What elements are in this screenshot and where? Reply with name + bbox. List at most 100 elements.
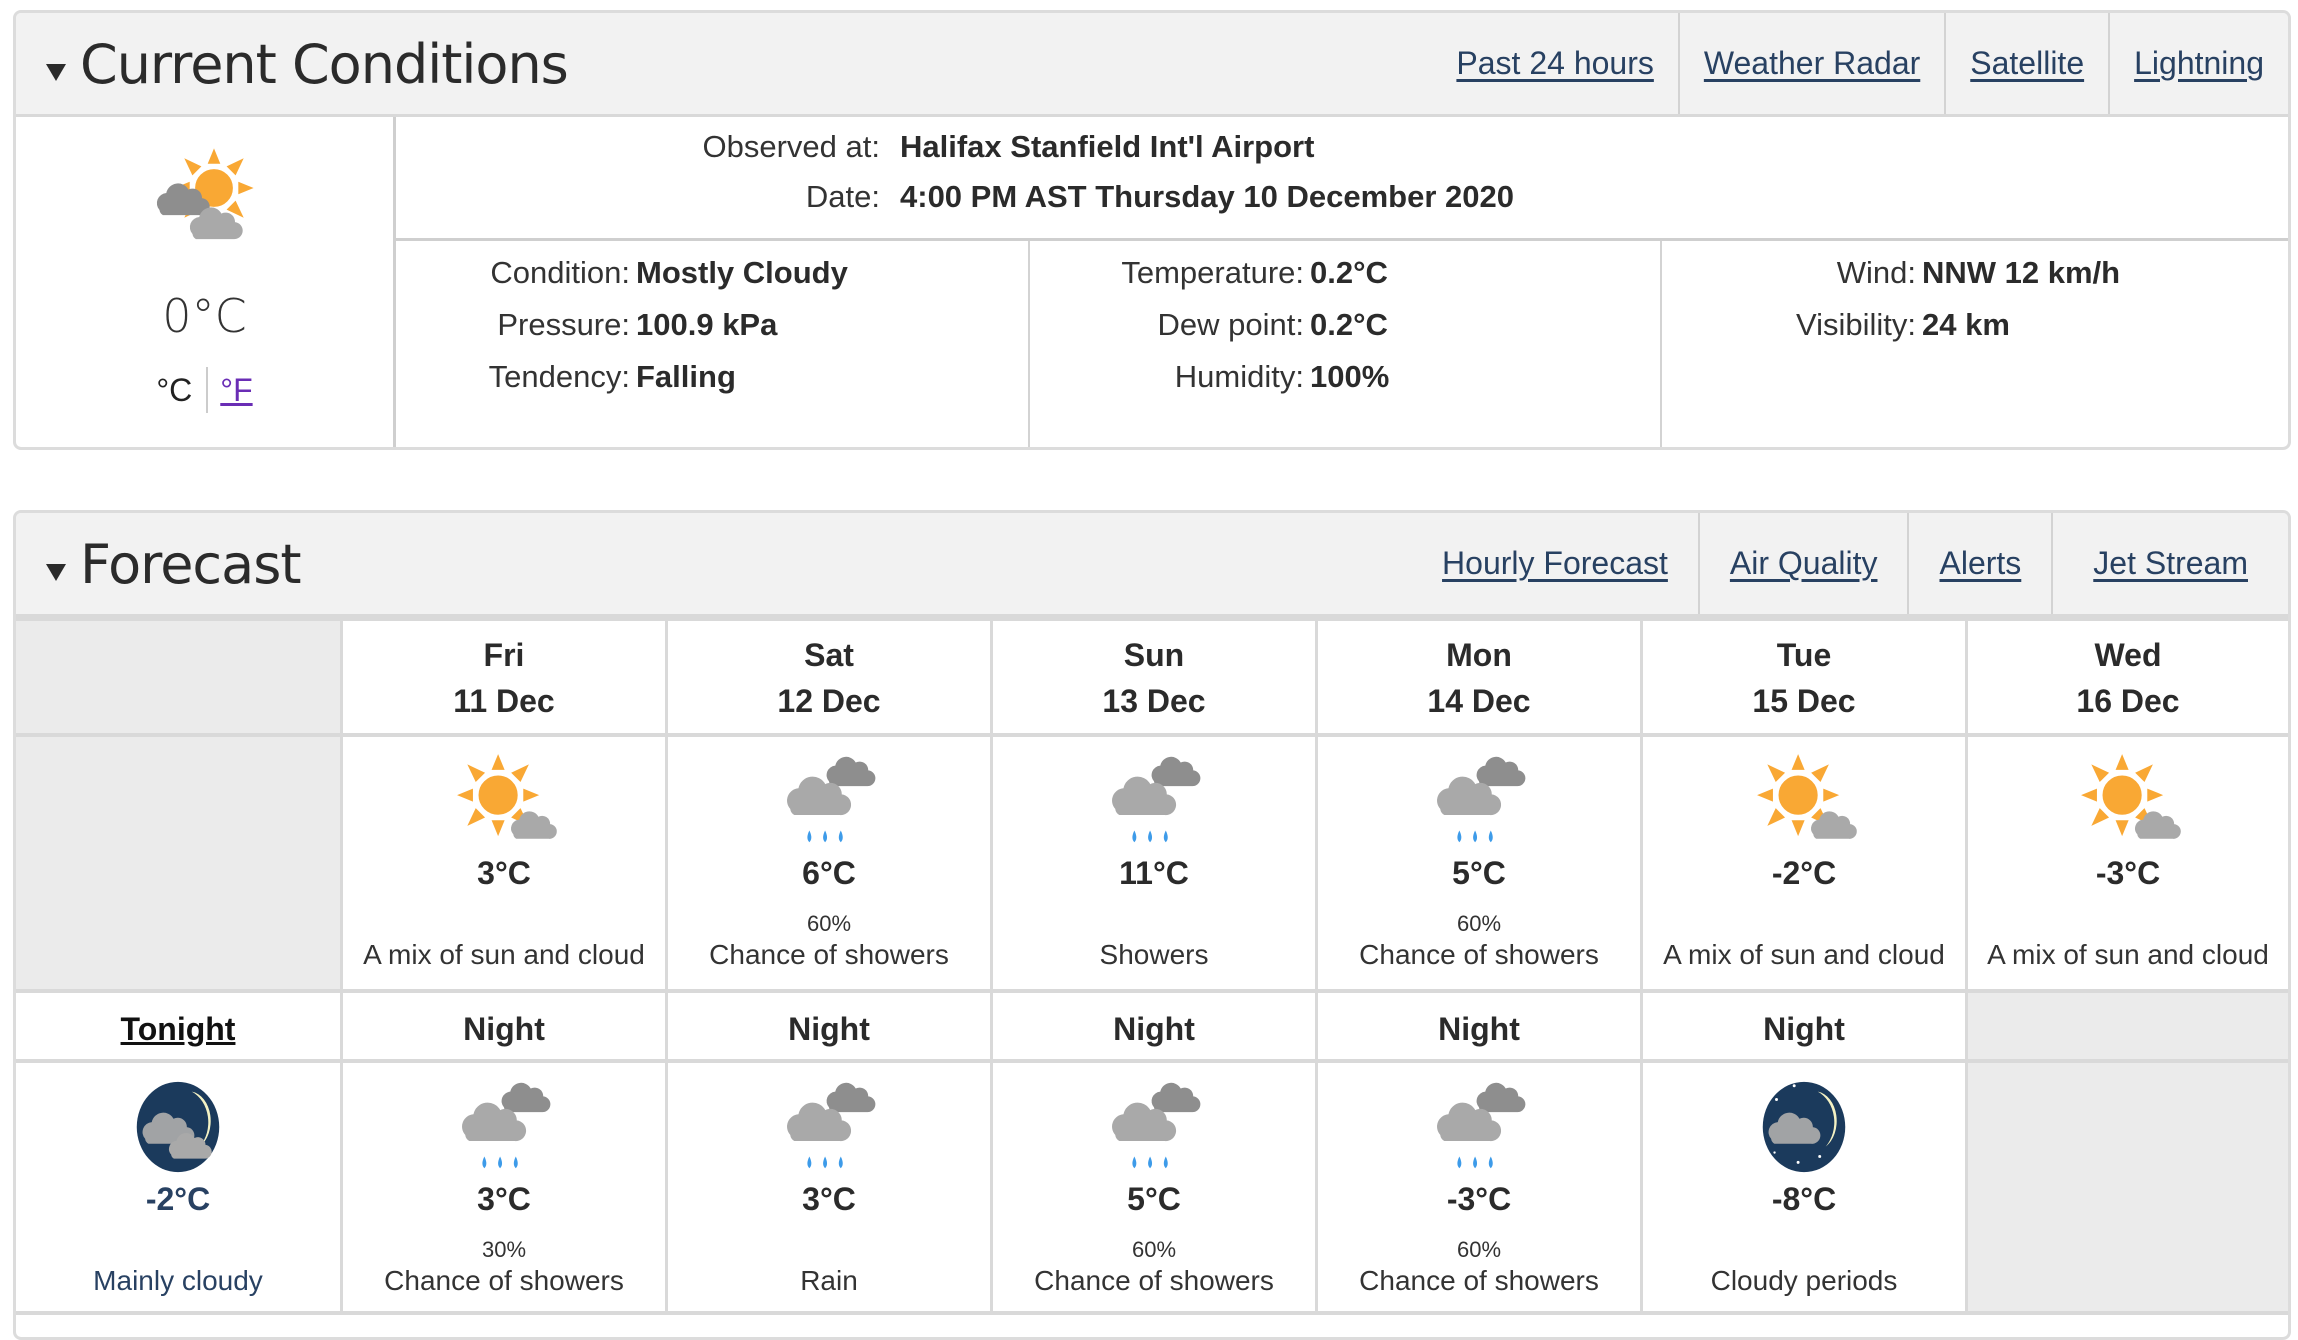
day-summary: A mix of sun and cloud	[1987, 939, 2269, 970]
day-date: 11 Dec	[453, 683, 555, 719]
night-temperature: 3°C	[802, 1181, 856, 1217]
current-conditions-panel: Current Conditions Past 24 hours Weather…	[13, 10, 2291, 450]
humidity-value: 100%	[1310, 359, 1390, 394]
link-alerts[interactable]: Alerts	[1907, 513, 2051, 614]
link-past-24-hours[interactable]: Past 24 hours	[1432, 13, 1677, 114]
temperature-row: Temperature: 0.2°C	[1030, 255, 1388, 295]
night-temperature: 5°C	[1127, 1181, 1181, 1217]
current-summary: 0°C °C °F	[16, 117, 396, 447]
blank-cell	[1965, 993, 2288, 1059]
day-name: Fri	[483, 637, 525, 673]
sun-cloud-icon	[1756, 753, 1857, 839]
forecast-night-labels-row: Tonight Night Night Night Night Night	[16, 989, 2288, 1059]
night-label: Night	[788, 1011, 870, 1047]
current-details: Condition: Mostly Cloudy Pressure: 100.9…	[396, 241, 2288, 447]
rain-cloud-icon	[462, 1082, 551, 1169]
forecast-night-cell[interactable]: 3°C Rain	[665, 1063, 990, 1311]
day-name: Mon	[1446, 637, 1512, 673]
dew-point-value: 0.2°C	[1310, 307, 1388, 342]
forecast-day-cell[interactable]: -3°C A mix of sun and cloud	[1965, 737, 2288, 989]
sun-cloud-icon	[456, 753, 557, 839]
night-summary: Mainly cloudy	[93, 1265, 263, 1296]
night-header: Night	[990, 993, 1315, 1059]
details-column-3: Wind: NNW 12 km/h Visibility: 24 km	[1660, 241, 2288, 447]
condition-value: Mostly Cloudy	[636, 255, 848, 290]
night-temperature: -3°C	[1446, 1181, 1512, 1217]
forecast-night-cell[interactable]: 5°C 60% Chance of showers	[990, 1063, 1315, 1311]
forecast-day-cell[interactable]: 5°C 60% Chance of showers	[1315, 737, 1640, 989]
rain-cloud-icon	[787, 756, 876, 843]
forecast-day-header: Wed 16 Dec	[1965, 621, 2288, 733]
temperature-label: Temperature:	[1121, 255, 1304, 290]
day-summary: A mix of sun and cloud	[363, 939, 645, 970]
day-summary: Chance of showers	[1359, 939, 1599, 970]
blank-cell	[1965, 1063, 2288, 1311]
date-value: 4:00 PM AST Thursday 10 December 2020	[900, 179, 1514, 214]
day-summary: Showers	[1099, 939, 1209, 970]
link-weather-radar[interactable]: Weather Radar	[1677, 13, 1944, 114]
night-header: Night	[340, 993, 665, 1059]
temperature-value: 0.2°C	[1310, 255, 1388, 290]
day-name: Sat	[804, 637, 854, 673]
wind-row: Wind: NNW 12 km/h	[1662, 255, 2120, 295]
link-jet-stream[interactable]: Jet Stream	[2051, 513, 2288, 614]
forecast-days-row: 3°C A mix of sun and cloud 6°C 60% Chance of…	[16, 733, 2288, 989]
humidity-label: Humidity:	[1174, 359, 1304, 394]
night-label: Night	[1113, 1011, 1195, 1047]
forecast-nights-row: -2°C Mainly cloudy 3°C 30% Chance of showers…	[16, 1059, 2288, 1315]
day-temperature: 6°C	[802, 855, 856, 891]
day-summary: Chance of showers	[709, 939, 949, 970]
forecast-night-cell[interactable]: -8°C Cloudy periods	[1640, 1063, 1965, 1311]
rain-cloud-icon	[1112, 1082, 1201, 1169]
link-lightning[interactable]: Lightning	[2108, 13, 2288, 114]
visibility-label: Visibility:	[1795, 307, 1916, 342]
night-precip-chance: 60%	[1456, 1237, 1502, 1262]
day-date: 16 Dec	[2076, 683, 2180, 719]
forecast-title: Forecast	[80, 533, 301, 596]
forecast-panel: Forecast Hourly Forecast Air Quality Ale…	[13, 510, 2291, 1340]
night-header: Tonight	[16, 993, 340, 1059]
pressure-row: Pressure: 100.9 kPa	[396, 307, 777, 347]
forecast-header: Forecast Hourly Forecast Air Quality Ale…	[16, 513, 2288, 617]
unit-celsius: °C	[156, 371, 193, 408]
link-satellite[interactable]: Satellite	[1944, 13, 2108, 114]
night-summary: Cloudy periods	[1710, 1265, 1898, 1296]
current-conditions-toggle[interactable]: Current Conditions	[46, 35, 569, 95]
unit-fahrenheit-link[interactable]: °F	[208, 372, 252, 409]
visibility-row: Visibility: 24 km	[1662, 307, 2010, 347]
link-air-quality[interactable]: Air Quality	[1697, 513, 1908, 614]
forecast-day-cell[interactable]: 3°C A mix of sun and cloud	[340, 737, 665, 989]
condition-label: Condition:	[490, 255, 630, 290]
observed-at-label: Observed at:	[702, 129, 880, 164]
night-label: Night	[463, 1011, 545, 1047]
wind-value: NNW 12 km/h	[1922, 255, 2121, 290]
forecast-day-header: Mon 14 Dec	[1315, 621, 1640, 733]
forecast-night-cell[interactable]: -2°C Mainly cloudy	[16, 1063, 340, 1311]
forecast-night-cell[interactable]: 3°C 30% Chance of showers	[340, 1063, 665, 1311]
unit-switcher: °C °F	[16, 367, 393, 413]
forecast-day-cell[interactable]: 6°C 60% Chance of showers	[665, 737, 990, 989]
day-precip-chance: 60%	[806, 911, 852, 936]
forecast-toggle[interactable]: Forecast	[46, 535, 301, 595]
link-hourly-forecast[interactable]: Hourly Forecast	[1412, 513, 1698, 614]
dew-point-row: Dew point: 0.2°C	[1030, 307, 1388, 347]
forecast-day-header: Fri 11 Dec	[340, 621, 665, 733]
day-temperature: 3°C	[477, 855, 531, 891]
observation-info: Observed at: Halifax Stanfield Int'l Air…	[396, 117, 2288, 241]
night-temperature: -2°C	[145, 1181, 211, 1217]
day-temperature: 5°C	[1452, 855, 1506, 891]
forecast-night-cell[interactable]: -3°C 60% Chance of showers	[1315, 1063, 1640, 1311]
forecast-day-cell[interactable]: 11°C Showers	[990, 737, 1315, 989]
forecast-day-cell[interactable]: -2°C A mix of sun and cloud	[1640, 737, 1965, 989]
forecast-dates-row: Fri 11 Dec Sat 12 Dec Sun 13 Dec Mon 14 Dec Tue 1…	[16, 617, 2288, 733]
moon-cloud-stars-icon	[1762, 1081, 1846, 1173]
sun-with-clouds-icon	[156, 147, 255, 240]
forecast-day-header: Sun 13 Dec	[990, 621, 1315, 733]
blank-cell	[16, 737, 340, 989]
observed-at-row: Observed at: Halifax Stanfield Int'l Air…	[396, 129, 1315, 169]
blank-cell	[16, 621, 340, 733]
tonight-link[interactable]: Tonight	[16, 1011, 340, 1048]
date-row: Date: 4:00 PM AST Thursday 10 December 2…	[396, 179, 1514, 219]
night-summary: Chance of showers	[1034, 1265, 1274, 1296]
current-conditions-links: Past 24 hours Weather Radar Satellite Li…	[1432, 13, 2288, 114]
